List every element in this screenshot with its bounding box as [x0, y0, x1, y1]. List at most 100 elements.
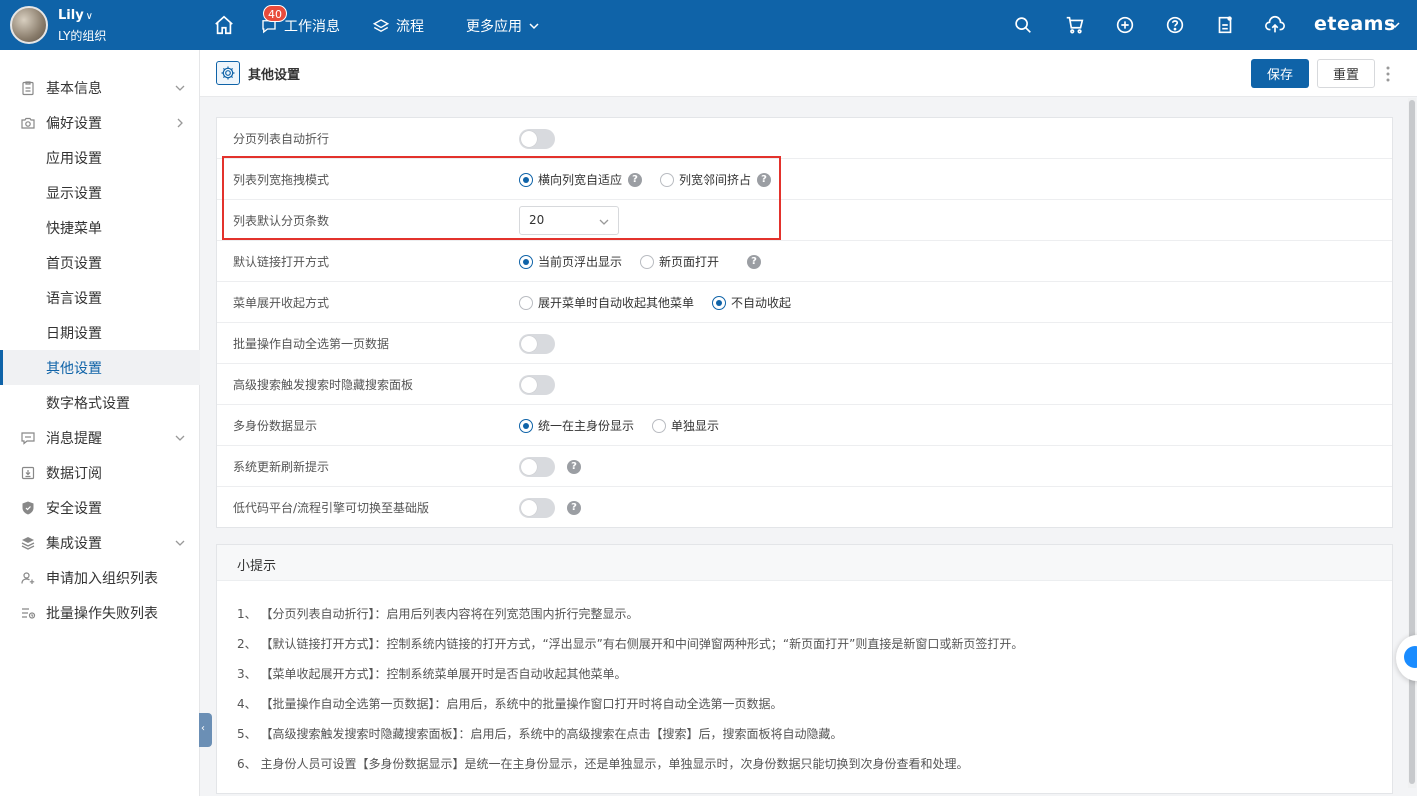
radio-auto-collapse-others[interactable]: 展开菜单时自动收起其他菜单 — [519, 294, 694, 311]
avatar[interactable] — [10, 6, 48, 44]
tip-item: 3、 【菜单收起展开方式】：控制系统菜单展开时是否自动收起其他菜单。 — [237, 667, 627, 681]
sidebar-item-label: 批量操作失败列表 — [46, 606, 158, 622]
radio-label: 当前页浮出显示 — [538, 255, 623, 269]
sidebar-item-shortcut-menu[interactable]: 快捷菜单 — [0, 210, 200, 245]
hide-search-panel-toggle[interactable] — [519, 374, 555, 395]
scrollbar-thumb[interactable] — [1409, 100, 1415, 784]
chevron-right-icon — [177, 118, 183, 128]
page-size-select[interactable]: 20 — [519, 206, 619, 235]
user-org[interactable]: LY的组织 — [58, 27, 106, 44]
tips-header: 小提示 — [217, 545, 1392, 581]
save-button[interactable]: 保存 — [1251, 59, 1309, 88]
sidebar-item-label: 首页设置 — [46, 256, 102, 272]
auto-wrap-toggle[interactable] — [519, 128, 555, 149]
sidebar-item-app-settings[interactable]: 应用设置 — [0, 140, 200, 175]
radio-horizontal-adaptive[interactable]: 横向列宽自适应 ? — [519, 171, 643, 188]
search-icon[interactable] — [1012, 14, 1034, 36]
stack-icon — [21, 537, 35, 550]
radio-no-auto-collapse[interactable]: 不自动收起 — [712, 294, 791, 311]
reset-button[interactable]: 重置 — [1317, 59, 1375, 88]
sidebar-item-label: 其他设置 — [46, 361, 102, 377]
sidebar-item-basic-info[interactable]: 基本信息 — [0, 70, 200, 105]
batch-select-toggle[interactable] — [519, 333, 555, 354]
setting-control — [519, 364, 555, 405]
setting-row-multi-identity: 多身份数据显示 统一在主身份显示 单独显示 — [217, 405, 1392, 446]
radio-float-current[interactable]: 当前页浮出显示 — [519, 253, 622, 270]
radio-unified-primary[interactable]: 统一在主身份显示 — [519, 417, 634, 434]
cart-icon[interactable] — [1064, 14, 1086, 36]
setting-control — [519, 323, 555, 364]
nav-more-apps[interactable]: 更多应用 — [466, 16, 540, 36]
sidebar-item-label: 集成设置 — [46, 536, 102, 552]
sidebar-item-number-format[interactable]: 数字格式设置 — [0, 385, 200, 420]
top-bar: Lily ∨ LY的组织 工作消息 40 流程 更多应用 eteams — [0, 0, 1417, 50]
setting-control — [519, 118, 555, 159]
page-title: 其他设置 — [248, 68, 301, 83]
radio-label: 统一在主身份显示 — [538, 419, 635, 433]
setting-control: 统一在主身份显示 单独显示 — [519, 405, 737, 446]
scrollbar[interactable] — [1408, 98, 1416, 788]
sidebar-item-label: 消息提醒 — [46, 431, 102, 447]
setting-label: 分页列表自动折行 — [233, 132, 330, 146]
home-icon[interactable] — [213, 14, 235, 36]
radio-dot — [640, 254, 655, 269]
add-circle-icon[interactable] — [1114, 14, 1136, 36]
layers-icon — [372, 19, 390, 33]
nav-messages-label: 工作消息 — [284, 19, 340, 35]
help-icon[interactable]: ? — [747, 254, 762, 269]
camera-icon — [21, 117, 35, 129]
sidebar-item-display-settings[interactable]: 显示设置 — [0, 175, 200, 210]
sidebar-item-label: 基本信息 — [46, 81, 102, 97]
sidebar-item-message-reminder[interactable]: 消息提醒 — [0, 420, 200, 455]
help-circle-icon[interactable] — [1164, 14, 1186, 36]
radio-dot — [712, 295, 727, 310]
setting-control: ? — [519, 487, 581, 528]
help-icon[interactable]: ? — [567, 459, 581, 474]
radio-adjacent-squeeze[interactable]: 列宽邻间挤占 ? — [660, 171, 772, 188]
nav-flow[interactable]: 流程 — [372, 16, 424, 36]
sidebar-item-date-settings[interactable]: 日期设置 — [0, 315, 200, 350]
lowcode-basic-toggle[interactable] — [519, 497, 555, 518]
help-icon[interactable]: ? — [567, 500, 581, 515]
setting-label: 低代码平台/流程引擎可切换至基础版 — [233, 501, 430, 515]
sidebar-item-batch-failures[interactable]: 批量操作失败列表 — [0, 595, 200, 630]
setting-row-hide-search-panel: 高级搜索触发搜索时隐藏搜索面板 — [217, 364, 1392, 405]
tips-title: 小提示 — [237, 559, 277, 574]
sidebar-item-home-settings[interactable]: 首页设置 — [0, 245, 200, 280]
sidebar-item-label: 语言设置 — [46, 291, 102, 307]
radio-separate[interactable]: 单独显示 — [652, 417, 719, 434]
sidebar-item-integration-settings[interactable]: 集成设置 — [0, 525, 200, 560]
document-icon[interactable] — [1214, 14, 1236, 36]
sidebar-item-join-requests[interactable]: 申请加入组织列表 — [0, 560, 200, 595]
tip-item: 5、 【高级搜索触发搜索时隐藏搜索面板】：启用后，系统中的高级搜索在点击【搜索】… — [237, 727, 843, 741]
setting-row-column-drag-mode: 列表列宽拖拽模式 横向列宽自适应 ? 列宽邻间挤占 ? — [217, 159, 1392, 200]
radio-dot — [519, 295, 533, 310]
nav-flow-label: 流程 — [396, 19, 424, 35]
sidebar-item-security-settings[interactable]: 安全设置 — [0, 490, 200, 525]
sidebar-collapse-handle[interactable]: ‹ — [199, 713, 212, 747]
user-add-icon — [21, 572, 35, 584]
sidebar-item-data-subscription[interactable]: 数据订阅 — [0, 455, 200, 490]
sidebar-item-preferences[interactable]: 偏好设置 — [0, 105, 200, 140]
help-icon[interactable]: ? — [628, 172, 643, 187]
feedback-float-button[interactable] — [1396, 635, 1417, 681]
update-refresh-toggle[interactable] — [519, 456, 555, 477]
radio-new-page[interactable]: 新页面打开 — [640, 253, 719, 270]
sidebar-item-label: 日期设置 — [46, 326, 102, 342]
message-count-badge: 40 — [263, 5, 287, 22]
more-vertical-icon[interactable] — [1383, 64, 1393, 84]
user-name[interactable]: Lily ∨ — [58, 8, 93, 23]
sidebar-item-other-settings[interactable]: 其他设置 — [0, 350, 200, 385]
setting-row-link-open-mode: 默认链接打开方式 当前页浮出显示 新页面打开 ? — [217, 241, 1392, 282]
brand-logo[interactable]: eteams — [1314, 13, 1396, 35]
help-icon[interactable]: ? — [757, 172, 772, 187]
chevron-down-icon[interactable] — [1389, 19, 1401, 31]
page-header: 其他设置 保存 重置 — [200, 50, 1417, 97]
chevron-down-icon — [175, 435, 185, 441]
setting-label: 菜单展开收起方式 — [233, 296, 330, 310]
cloud-upload-icon[interactable] — [1264, 14, 1286, 36]
sidebar-item-language-settings[interactable]: 语言设置 — [0, 280, 200, 315]
chevron-down-icon — [175, 540, 185, 546]
user-name-text: Lily — [58, 8, 84, 23]
message-icon — [21, 432, 35, 445]
